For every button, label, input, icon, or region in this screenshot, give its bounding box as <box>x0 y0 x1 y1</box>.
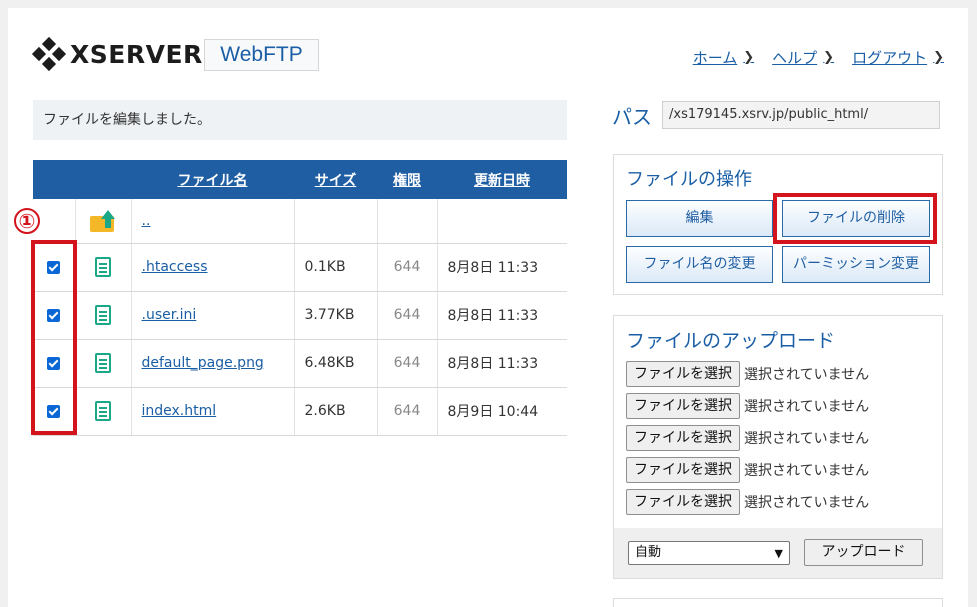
upload-panel: ファイルのアップロード ファイルを選択 選択されていません ファイルを選択 選択… <box>613 315 943 579</box>
row-icon-cell <box>75 291 132 340</box>
filename-link[interactable]: index.html <box>142 403 217 419</box>
top-nav: ホーム ❯ ヘルプ ❯ ログアウト ❯ <box>693 47 944 68</box>
brand-name: XSERVER <box>70 39 203 69</box>
status-message: ファイルを編集しました。 <box>33 100 567 140</box>
path-label: パス <box>612 105 652 129</box>
annotation-delete-highlight <box>773 193 937 244</box>
choose-file-button[interactable]: ファイルを選択 <box>626 361 740 387</box>
folder-up-icon[interactable] <box>90 209 116 232</box>
filename-cell: default_page.png <box>131 339 295 388</box>
modified-cell: 8月8日 11:33 <box>437 243 567 292</box>
edit-button[interactable]: 編集 <box>626 200 773 237</box>
no-file-text: 選択されていません <box>744 367 870 383</box>
modified-cell: 8月9日 10:44 <box>437 387 567 436</box>
empty-cell <box>294 199 378 244</box>
change-permission-button[interactable]: パーミッション変更 <box>782 246 930 283</box>
nav-logout-label: ログアウト <box>852 49 928 67</box>
file-icon <box>95 401 111 421</box>
chevron-right-icon: ❯ <box>743 50 755 65</box>
path-field[interactable]: /xs179145.xsrv.jp/public_html/ <box>662 101 940 129</box>
parent-dir-link[interactable]: .. <box>142 213 151 229</box>
nav-help-link[interactable]: ヘルプ ❯ <box>772 47 834 68</box>
header-modified[interactable]: 更新日時 <box>437 160 567 199</box>
header-permission[interactable]: 権限 <box>377 160 437 199</box>
table-row: default_page.png 6.48KB 644 8月8日 11:33 <box>33 339 567 388</box>
annotation-number-one: ① <box>14 208 40 234</box>
empty-cell <box>437 199 567 244</box>
rename-button[interactable]: ファイル名の変更 <box>626 246 773 283</box>
choose-file-button[interactable]: ファイルを選択 <box>626 393 740 419</box>
size-cell: 3.77KB <box>294 291 378 340</box>
table-row: .htaccess 0.1KB 644 8月8日 11:33 <box>33 243 567 292</box>
size-cell: 0.1KB <box>294 243 378 292</box>
product-name: WebFTP <box>204 39 319 71</box>
modified-cell: 8月8日 11:33 <box>437 339 567 388</box>
empty-cell <box>377 199 438 244</box>
upload-footer: 自動 ▼ アップロード <box>614 528 942 578</box>
header-filename[interactable]: ファイル名 <box>131 160 294 199</box>
choose-file-button[interactable]: ファイルを選択 <box>626 425 740 451</box>
upload-row: ファイルを選択 選択されていません <box>626 425 869 451</box>
parent-dir-cell: .. <box>131 199 295 244</box>
xserver-logo[interactable]: XSERVER <box>31 36 203 72</box>
table-row: index.html 2.6KB 644 8月9日 10:44 <box>33 387 567 436</box>
permission-cell: 644 <box>377 339 438 388</box>
row-icon-cell <box>75 387 132 436</box>
annotation-checkbox-highlight <box>31 240 77 435</box>
permission-cell: 644 <box>377 291 438 340</box>
upload-row: ファイルを選択 選択されていません <box>626 489 869 515</box>
no-file-text: 選択されていません <box>744 431 870 447</box>
xserver-logo-icon <box>31 36 67 72</box>
file-icon <box>95 305 111 325</box>
upload-button[interactable]: アップロード <box>804 539 923 566</box>
chevron-down-icon: ▼ <box>774 547 783 560</box>
choose-file-button[interactable]: ファイルを選択 <box>626 489 740 515</box>
filename-link[interactable]: .user.ini <box>142 307 197 323</box>
row-icon-cell <box>75 339 132 388</box>
nav-home-label: ホーム <box>692 49 738 67</box>
nav-logout-link[interactable]: ログアウト ❯ <box>852 47 944 68</box>
encoding-select[interactable]: 自動 ▼ <box>628 541 790 565</box>
size-cell: 2.6KB <box>294 387 378 436</box>
upload-title: ファイルのアップロード <box>626 330 836 352</box>
choose-file-button[interactable]: ファイルを選択 <box>626 457 740 483</box>
size-cell: 6.48KB <box>294 339 378 388</box>
header-size[interactable]: サイズ <box>294 160 377 199</box>
nav-help-label: ヘルプ <box>772 49 818 67</box>
parent-dir-row: .. <box>33 199 567 244</box>
filename-cell: .user.ini <box>131 291 295 340</box>
no-file-text: 選択されていません <box>744 399 870 415</box>
no-file-text: 選択されていません <box>744 495 870 511</box>
next-panel-edge <box>613 598 943 607</box>
modified-cell: 8月8日 11:33 <box>437 291 567 340</box>
upload-row: ファイルを選択 選択されていません <box>626 393 869 419</box>
header-icon <box>75 160 131 199</box>
filename-cell: index.html <box>131 387 295 436</box>
upload-row: ファイルを選択 選択されていません <box>626 457 869 483</box>
file-table: ファイル名 サイズ 権限 更新日時 .. .htaccess 0.1KB 644… <box>33 160 567 436</box>
row-icon-cell <box>75 199 132 244</box>
filename-cell: .htaccess <box>131 243 295 292</box>
chevron-right-icon: ❯ <box>823 50 835 65</box>
chevron-right-icon: ❯ <box>933 50 944 65</box>
encoding-select-value: 自動 <box>635 545 662 560</box>
permission-cell: 644 <box>377 243 438 292</box>
upload-row: ファイルを選択 選択されていません <box>626 361 869 387</box>
filename-link[interactable]: default_page.png <box>142 355 264 371</box>
nav-home-link[interactable]: ホーム ❯ <box>693 47 754 68</box>
table-header-row: ファイル名 サイズ 権限 更新日時 <box>33 160 567 199</box>
header-select <box>33 160 75 199</box>
row-icon-cell <box>75 243 132 292</box>
permission-cell: 644 <box>377 387 438 436</box>
no-file-text: 選択されていません <box>744 463 870 479</box>
table-row: .user.ini 3.77KB 644 8月8日 11:33 <box>33 291 567 340</box>
filename-link[interactable]: .htaccess <box>142 259 208 275</box>
file-icon <box>95 353 111 373</box>
file-icon <box>95 257 111 277</box>
